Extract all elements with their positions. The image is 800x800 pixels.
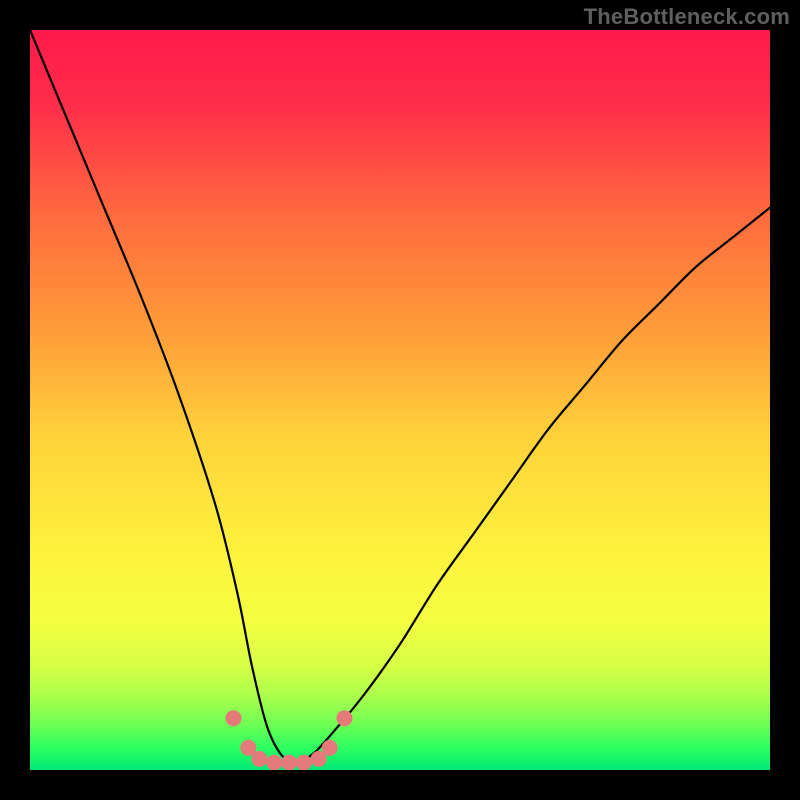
marker-dot	[322, 740, 338, 756]
marker-dot	[296, 755, 312, 770]
marker-dot	[266, 755, 282, 770]
marker-dot	[251, 751, 267, 767]
chart-plot	[30, 30, 770, 770]
bottleneck-curve	[30, 30, 770, 763]
marker-dot	[337, 710, 353, 726]
attribution-label: TheBottleneck.com	[584, 4, 790, 30]
marker-dot	[226, 710, 242, 726]
chart-frame	[30, 30, 770, 770]
marker-dot	[281, 755, 297, 770]
bottleneck-range-dots	[226, 710, 353, 770]
